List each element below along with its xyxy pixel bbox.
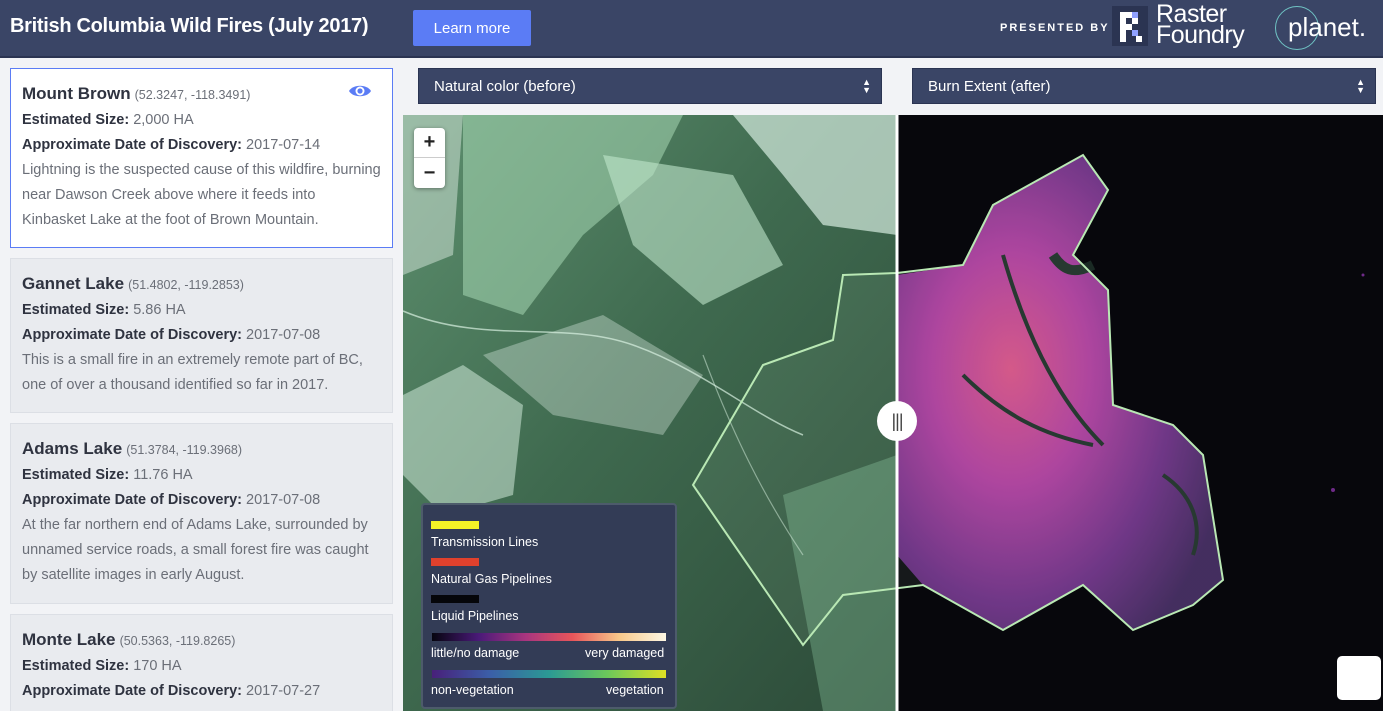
map-legend: Transmission Lines Natural Gas Pipelines… xyxy=(421,503,677,709)
page-title: British Columbia Wild Fires (July 2017) xyxy=(10,15,369,37)
fire-size: 2,000 HA xyxy=(133,112,194,128)
select-caret-icon: ▲ ▼ xyxy=(862,77,871,95)
fire-card-adams-lake[interactable]: Adams Lake (51.3784, -119.3968) Estimate… xyxy=(10,423,393,604)
fire-size: 11.76 HA xyxy=(133,467,193,483)
planet-wordmark[interactable]: planet. xyxy=(1288,12,1366,43)
fire-name: Gannet Lake xyxy=(22,274,125,293)
zoom-control: + − xyxy=(414,128,445,188)
size-label: Estimated Size: xyxy=(22,302,130,318)
zoom-out-button[interactable]: − xyxy=(414,158,445,188)
fire-date: 2017-07-14 xyxy=(246,137,321,153)
raster-foundry-wordmark[interactable]: Raster Foundry xyxy=(1156,2,1245,48)
fire-card-mount-brown[interactable]: Mount Brown (52.3247, -118.3491) Estimat… xyxy=(10,68,393,248)
fire-coords: (52.3247, -118.3491) xyxy=(134,88,251,102)
fire-name: Monte Lake xyxy=(22,630,116,649)
liquid-swatch xyxy=(431,595,479,603)
fire-list: Mount Brown (52.3247, -118.3491) Estimat… xyxy=(10,68,393,711)
legend-transmission: Transmission Lines xyxy=(431,535,539,549)
fire-card-gannet-lake[interactable]: Gannet Lake (51.4802, -119.2853) Estimat… xyxy=(10,258,393,413)
transmission-swatch xyxy=(431,521,479,529)
fire-description: At the far northern end of Adams Lake, s… xyxy=(22,517,369,583)
fire-description: Lightning is the suspected cause of this… xyxy=(22,162,381,228)
fire-coords: (51.3784, -119.3968) xyxy=(126,443,243,457)
map-control-button[interactable] xyxy=(1337,656,1381,700)
size-label: Estimated Size: xyxy=(22,658,130,674)
fire-size: 5.86 HA xyxy=(133,302,186,318)
damage-ramp xyxy=(432,633,666,641)
presented-by-label: PRESENTED BY xyxy=(1000,22,1110,34)
date-label: Approximate Date of Discovery: xyxy=(22,492,242,508)
top-bar: British Columbia Wild Fires (July 2017) … xyxy=(0,0,1383,58)
fire-coords: (50.5363, -119.8265) xyxy=(119,634,236,648)
date-label: Approximate Date of Discovery: xyxy=(22,327,242,343)
after-layer-select[interactable]: Burn Extent (after) ▲ ▼ xyxy=(912,68,1376,104)
before-layer-select[interactable]: Natural color (before) ▲ ▼ xyxy=(418,68,882,104)
fire-card-monte-lake[interactable]: Monte Lake (50.5363, -119.8265) Estimate… xyxy=(10,614,393,711)
fire-name: Adams Lake xyxy=(22,439,123,458)
size-label: Estimated Size: xyxy=(22,467,130,483)
before-layer-value: Natural color (before) xyxy=(434,77,576,95)
damage-low-label: little/no damage xyxy=(431,646,520,660)
fire-date: 2017-07-08 xyxy=(246,492,321,508)
vegetation-ramp xyxy=(432,670,666,678)
damage-high-label: very damaged xyxy=(585,646,665,660)
eye-icon[interactable] xyxy=(348,82,372,100)
after-layer-value: Burn Extent (after) xyxy=(928,77,1051,95)
legend-gas: Natural Gas Pipelines xyxy=(431,572,552,586)
fire-description: This is a small fire in an extremely rem… xyxy=(22,352,363,393)
fire-date: 2017-07-08 xyxy=(246,327,321,343)
legend-liquid: Liquid Pipelines xyxy=(431,609,519,623)
gas-swatch xyxy=(431,558,479,566)
date-label: Approximate Date of Discovery: xyxy=(22,137,242,153)
fire-size: 170 HA xyxy=(133,658,182,674)
size-label: Estimated Size: xyxy=(22,112,130,128)
learn-more-button[interactable]: Learn more xyxy=(413,10,531,46)
fire-date: 2017-07-27 xyxy=(246,683,321,699)
select-caret-icon: ▲ ▼ xyxy=(1356,77,1365,95)
raster-foundry-logo-icon[interactable] xyxy=(1112,6,1148,46)
veg-low-label: non-vegetation xyxy=(431,683,514,697)
date-label: Approximate Date of Discovery: xyxy=(22,683,242,699)
fire-name: Mount Brown xyxy=(22,84,131,103)
veg-high-label: vegetation xyxy=(606,683,664,697)
zoom-in-button[interactable]: + xyxy=(414,128,445,158)
swipe-handle-icon[interactable]: ||| xyxy=(877,401,917,441)
fire-coords: (51.4802, -119.2853) xyxy=(128,278,244,292)
